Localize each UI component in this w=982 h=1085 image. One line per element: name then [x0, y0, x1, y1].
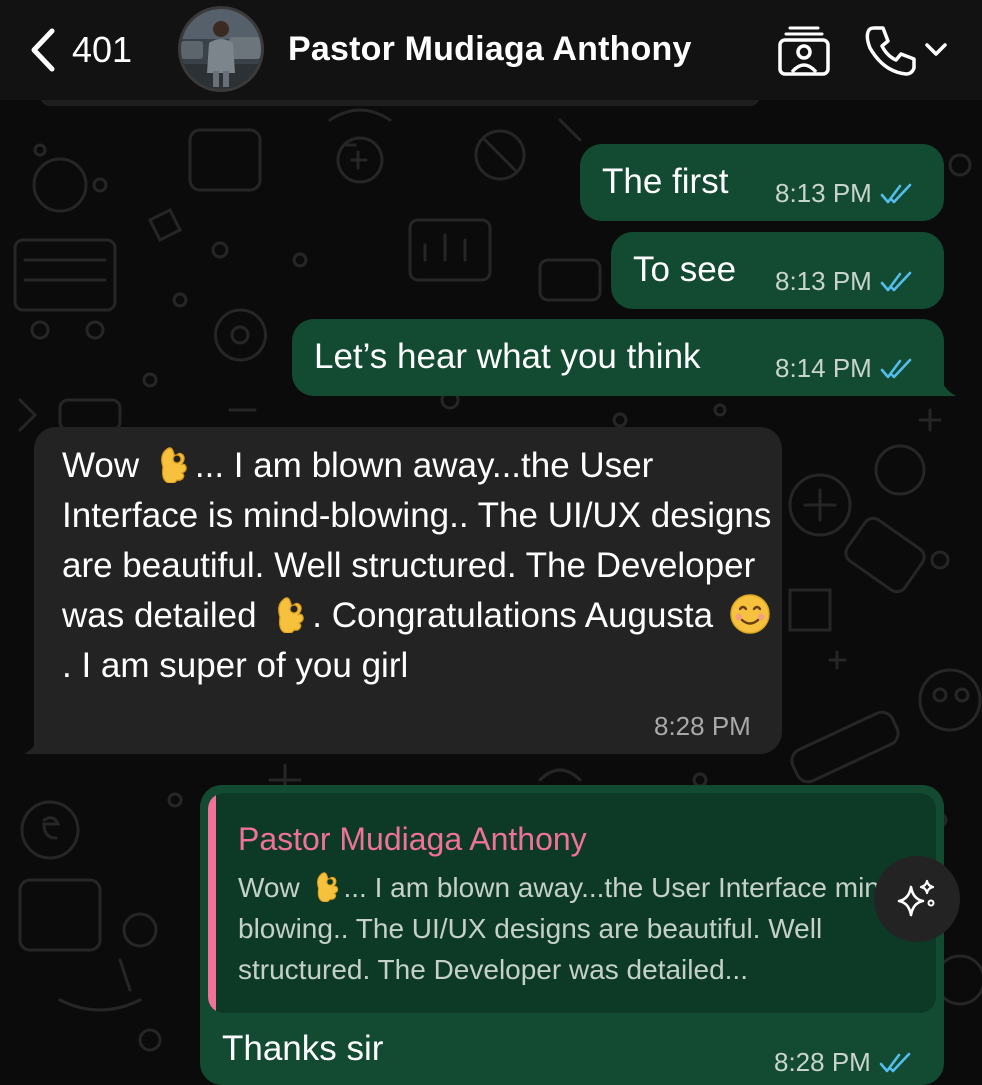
- quoted-text: Wow ... I am blown away...the User Inter…: [238, 867, 918, 990]
- sparkle-icon: [897, 879, 935, 917]
- chevron-down-icon: [925, 43, 947, 56]
- chevron-left-icon: [31, 28, 55, 72]
- text-segment: Wow: [238, 872, 308, 903]
- double-check-icon: [880, 358, 912, 378]
- meta-ai-button[interactable]: [874, 856, 960, 942]
- incoming-message[interactable]: Wow ... I am blown away...the User Inter…: [34, 427, 782, 754]
- message-text: Thanks sir: [222, 1029, 384, 1068]
- message-meta: 8:13 PM: [775, 178, 914, 209]
- ok-hand-emoji: [278, 597, 305, 633]
- message-text: The first: [602, 162, 729, 201]
- double-check-icon: [880, 271, 912, 291]
- message-text: Wow ... I am blown away...the User Inter…: [62, 441, 782, 691]
- message-time: 8:13 PM: [775, 266, 872, 296]
- ok-hand-emoji: [160, 447, 187, 483]
- video-call-icon: [778, 26, 830, 76]
- quoted-author: Pastor Mudiaga Anthony: [238, 821, 587, 857]
- unread-count: 401: [72, 29, 133, 70]
- message-time: 8:13 PM: [775, 178, 872, 208]
- quote-accent-bar: [208, 793, 216, 1013]
- quoted-message[interactable]: Pastor Mudiaga Anthony Wow ... I am blow…: [208, 793, 936, 1013]
- message-time: 8:14 PM: [775, 353, 872, 383]
- ok-hand-emoji: [316, 872, 338, 903]
- outgoing-message[interactable]: The first 8:13 PM: [580, 144, 944, 221]
- double-check-icon: [880, 183, 912, 203]
- message-text: To see: [633, 250, 737, 289]
- outgoing-message[interactable]: To see 8:13 PM: [611, 232, 944, 309]
- video-call-button[interactable]: [776, 22, 832, 78]
- outgoing-reply-message[interactable]: Pastor Mudiaga Anthony Wow ... I am blow…: [200, 785, 944, 1085]
- message-meta: 8:13 PM: [775, 266, 914, 297]
- phone-icon: [865, 26, 916, 76]
- message-meta: 8:14 PM: [775, 353, 914, 384]
- message-meta: 8:28 PM: [774, 1047, 913, 1078]
- back-button[interactable]: 401: [28, 24, 132, 76]
- smiling-face-emoji: [730, 594, 770, 634]
- avatar-photo: [181, 9, 261, 89]
- message-text: Let’s hear what you think: [314, 337, 701, 376]
- text-segment: . Congratulations Augusta: [312, 596, 723, 635]
- message-time: 8:28 PM: [774, 1047, 871, 1077]
- text-segment: . I am super of you girl: [62, 646, 409, 685]
- avatar[interactable]: [178, 6, 264, 92]
- message-time: 8:28 PM: [654, 711, 751, 741]
- text-segment: Wow: [62, 446, 149, 485]
- contact-name[interactable]: Pastor Mudiaga Anthony: [288, 30, 692, 69]
- double-check-icon: [879, 1052, 911, 1072]
- outgoing-message[interactable]: Let’s hear what you think 8:14 PM: [292, 319, 944, 396]
- chat-header: 401 Pastor Mudiaga Anthony: [0, 0, 982, 100]
- voice-call-button[interactable]: [862, 22, 952, 78]
